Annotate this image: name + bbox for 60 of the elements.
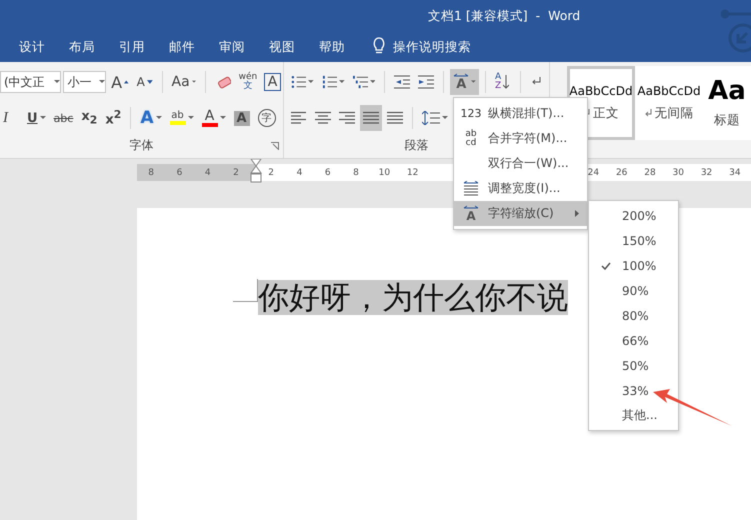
submenu-item[interactable]: 150%: [589, 228, 678, 253]
character-shading-button[interactable]: A: [230, 105, 253, 131]
submenu-item[interactable]: 66%: [589, 328, 678, 353]
ruler-number: 6: [324, 168, 332, 178]
window-title: 文档1 [兼容模式] - Word: [428, 8, 580, 25]
font-color-button[interactable]: A: [198, 105, 229, 131]
phonetic-guide-button[interactable]: wén 文: [236, 69, 259, 95]
ruler-number: 30: [672, 168, 685, 178]
highlight-button[interactable]: ab: [166, 105, 197, 131]
font-size-field[interactable]: 小一: [63, 71, 106, 93]
ribbon-tab[interactable]: 邮件: [157, 36, 207, 59]
ribbon-tab[interactable]: 布局: [57, 36, 107, 59]
script-button[interactable]: x$^{2}$: [102, 105, 124, 131]
ruler-number: 28: [643, 168, 657, 178]
scale-characters-icon: A: [463, 205, 479, 222]
menu-item[interactable]: 调整宽度(I)...: [454, 176, 587, 201]
combine-characters-icon: ab cd: [465, 130, 477, 148]
ruler-number: 12: [406, 168, 420, 178]
submenu-item[interactable]: 200%: [589, 203, 678, 228]
ruler-number: 2: [267, 168, 276, 178]
ruler-number: 6: [176, 168, 184, 178]
ruler-number: 32: [700, 168, 714, 178]
ribbon-tab[interactable]: 引用: [107, 36, 157, 59]
ruler-number: 24: [586, 168, 600, 178]
ruler-number: 4: [296, 168, 304, 178]
underline-button[interactable]: U: [24, 105, 49, 131]
script-button[interactable]: x$_{2}$: [78, 105, 100, 131]
ruler-number: 26: [614, 168, 628, 178]
group-label: 字体: [130, 137, 154, 154]
ribbon-tab[interactable]: 审阅: [207, 36, 257, 59]
document-text: 你好呀，为什么你不说: [258, 280, 568, 315]
ribbon-tab[interactable]: 设计: [7, 36, 57, 59]
ruler-number: 4: [204, 168, 212, 178]
shrink-font-button[interactable]: A: [134, 69, 156, 95]
grow-font-button[interactable]: A: [108, 69, 132, 95]
ruler-number: 8: [352, 168, 360, 178]
ruler-number: 34: [728, 168, 742, 178]
submenu-item[interactable]: 其他...: [589, 403, 678, 428]
change-case-button[interactable]: Aa: [168, 69, 199, 95]
group-label: 段落: [404, 137, 428, 154]
ruler-number: 2: [232, 168, 240, 178]
menu-item[interactable]: A 字符缩放(C): [454, 201, 587, 226]
tell-me-search[interactable]: 操作说明搜索: [393, 39, 471, 56]
ribbon-tab[interactable]: 视图: [257, 36, 307, 59]
sort-button[interactable]: A Z: [492, 69, 514, 95]
ruler-number: 10: [378, 168, 392, 178]
vertical-text-icon: 123: [460, 107, 482, 120]
ruler-number: 8: [147, 168, 156, 178]
italic-button[interactable]: I: [0, 105, 22, 131]
menu-item[interactable]: 双行合一(W)...: [454, 151, 587, 176]
submenu-item[interactable]: 50%: [589, 353, 678, 378]
submenu-item[interactable]: 100%: [589, 253, 678, 278]
strikethrough-button[interactable]: abc: [50, 105, 76, 131]
submenu-item[interactable]: 33%: [589, 378, 678, 403]
font-name-field[interactable]: (中文正: [0, 71, 62, 93]
submenu-item[interactable]: 80%: [589, 303, 678, 328]
ribbon-tab[interactable]: 帮助: [307, 36, 357, 59]
asian-layout-button[interactable]: A: [450, 69, 480, 95]
text-effects-button[interactable]: A: [137, 105, 165, 131]
submenu-item[interactable]: 90%: [589, 278, 678, 303]
